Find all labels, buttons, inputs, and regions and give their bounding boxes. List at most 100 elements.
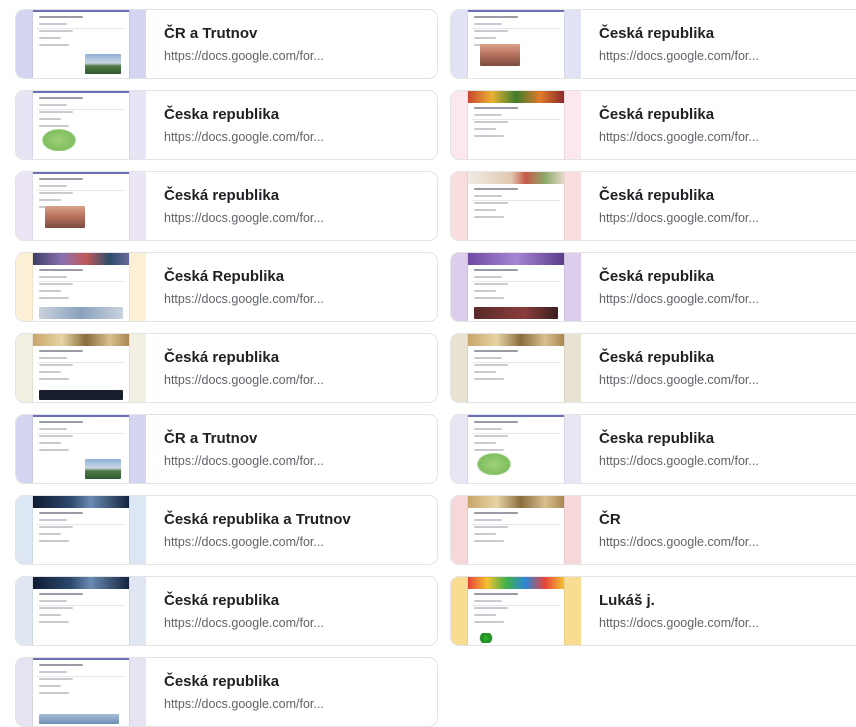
form-header-image — [468, 172, 564, 184]
form-card[interactable]: Česká republika https://docs.google.com/f… — [15, 576, 438, 646]
form-text-line — [39, 357, 67, 359]
form-text-line — [474, 350, 518, 352]
form-text-line — [39, 192, 73, 194]
form-text-line — [39, 118, 61, 120]
form-text-line — [474, 421, 518, 423]
form-preview — [33, 91, 129, 159]
form-text-line — [39, 600, 67, 602]
form-text-line — [474, 121, 508, 123]
form-text-line — [474, 435, 508, 437]
form-divider — [37, 433, 125, 434]
form-text-line — [39, 371, 61, 373]
form-text-line — [39, 533, 61, 535]
form-card[interactable]: ČR https://docs.google.com/for... — [450, 495, 856, 565]
form-text-line — [39, 185, 67, 187]
form-text-line — [474, 128, 496, 130]
form-text-line — [474, 209, 496, 211]
form-card[interactable]: Česká republika https://docs.google.com/f… — [450, 9, 856, 79]
form-text-line — [39, 442, 61, 444]
form-card[interactable]: Česká republika https://docs.google.com/f… — [450, 171, 856, 241]
form-divider — [37, 605, 125, 606]
form-text-line — [39, 421, 83, 423]
form-divider — [37, 190, 125, 191]
form-text-line — [39, 97, 83, 99]
form-url: https://docs.google.com/for... — [164, 211, 324, 225]
form-card[interactable]: Česká republika https://docs.google.com/f… — [15, 171, 438, 241]
form-divider — [472, 28, 560, 29]
form-title: Česká republika — [164, 592, 280, 609]
form-card[interactable]: Česká Republika https://docs.google.com/f… — [15, 252, 438, 322]
form-title: Česká republika — [599, 268, 715, 285]
form-preview — [33, 172, 129, 240]
form-title: Česka republika — [599, 430, 715, 447]
form-text-line — [39, 199, 61, 201]
form-card[interactable]: Česká republika https://docs.google.com/f… — [450, 90, 856, 160]
form-image — [39, 714, 119, 724]
form-thumbnail — [16, 577, 146, 645]
form-preview — [33, 253, 129, 321]
form-url: https://docs.google.com/for... — [164, 49, 324, 63]
form-header-image — [468, 91, 564, 103]
form-thumbnail — [451, 10, 581, 78]
form-text-line — [39, 519, 67, 521]
form-card[interactable]: Česka republika https://docs.google.com/f… — [450, 414, 856, 484]
form-text-line — [39, 449, 69, 451]
form-divider — [37, 676, 125, 677]
form-accent-bar — [33, 172, 129, 174]
form-card[interactable]: Česká republika https://docs.google.com/f… — [15, 657, 438, 727]
form-preview — [33, 577, 129, 645]
form-title: Česká republika a Trutnov — [164, 511, 351, 528]
form-url: https://docs.google.com/for... — [599, 130, 759, 144]
form-divider — [37, 28, 125, 29]
form-image — [39, 127, 79, 151]
form-thumbnail — [451, 334, 581, 402]
form-card[interactable]: Česká republika a Trutnov https://docs.go… — [15, 495, 438, 565]
form-thumbnail — [451, 91, 581, 159]
form-divider — [37, 109, 125, 110]
form-text-line — [39, 269, 83, 271]
form-text-line — [39, 23, 67, 25]
form-card[interactable]: Česká republika https://docs.google.com/f… — [450, 333, 856, 403]
form-text-line — [39, 512, 83, 514]
form-text-line — [39, 540, 69, 542]
form-text-line — [474, 283, 508, 285]
form-card[interactable]: Česká republika https://docs.google.com/f… — [450, 252, 856, 322]
form-text-line — [39, 678, 73, 680]
form-text-line — [474, 188, 518, 190]
form-text-line — [39, 378, 69, 380]
form-accent-bar — [468, 415, 564, 417]
form-thumbnail — [451, 496, 581, 564]
form-url: https://docs.google.com/for... — [164, 535, 324, 549]
form-preview — [468, 334, 564, 402]
form-preview — [468, 91, 564, 159]
form-card[interactable]: Lukáš j. https://docs.google.com/for... — [450, 576, 856, 646]
form-thumbnail — [451, 172, 581, 240]
form-text-line — [474, 600, 502, 602]
form-image — [474, 307, 558, 319]
form-accent-bar — [33, 91, 129, 93]
form-text-line — [474, 607, 508, 609]
form-card[interactable]: ČR a Trutnov https://docs.google.com/for.… — [15, 414, 438, 484]
form-thumbnail — [16, 10, 146, 78]
form-image — [85, 459, 121, 479]
form-card[interactable]: Česka republika https://docs.google.com/f… — [15, 90, 438, 160]
form-divider — [472, 524, 560, 525]
form-text-line — [39, 16, 83, 18]
form-text-line — [39, 607, 73, 609]
form-divider — [472, 281, 560, 282]
form-text-line — [474, 378, 504, 380]
form-title: Česká Republika — [164, 268, 285, 285]
form-card[interactable]: Česká republika https://docs.google.com/f… — [15, 333, 438, 403]
form-title: ČR a Trutnov — [164, 430, 258, 447]
form-text-line — [39, 671, 67, 673]
form-url: https://docs.google.com/for... — [599, 49, 759, 63]
form-preview — [33, 658, 129, 726]
form-header-image — [468, 577, 564, 589]
form-card[interactable]: ČR a Trutnov https://docs.google.com/for.… — [15, 9, 438, 79]
form-preview — [33, 334, 129, 402]
form-image — [480, 44, 520, 66]
form-text-line — [39, 283, 73, 285]
form-thumbnail — [16, 253, 146, 321]
form-header-image — [33, 334, 129, 346]
form-title: Lukáš j. — [599, 592, 655, 609]
